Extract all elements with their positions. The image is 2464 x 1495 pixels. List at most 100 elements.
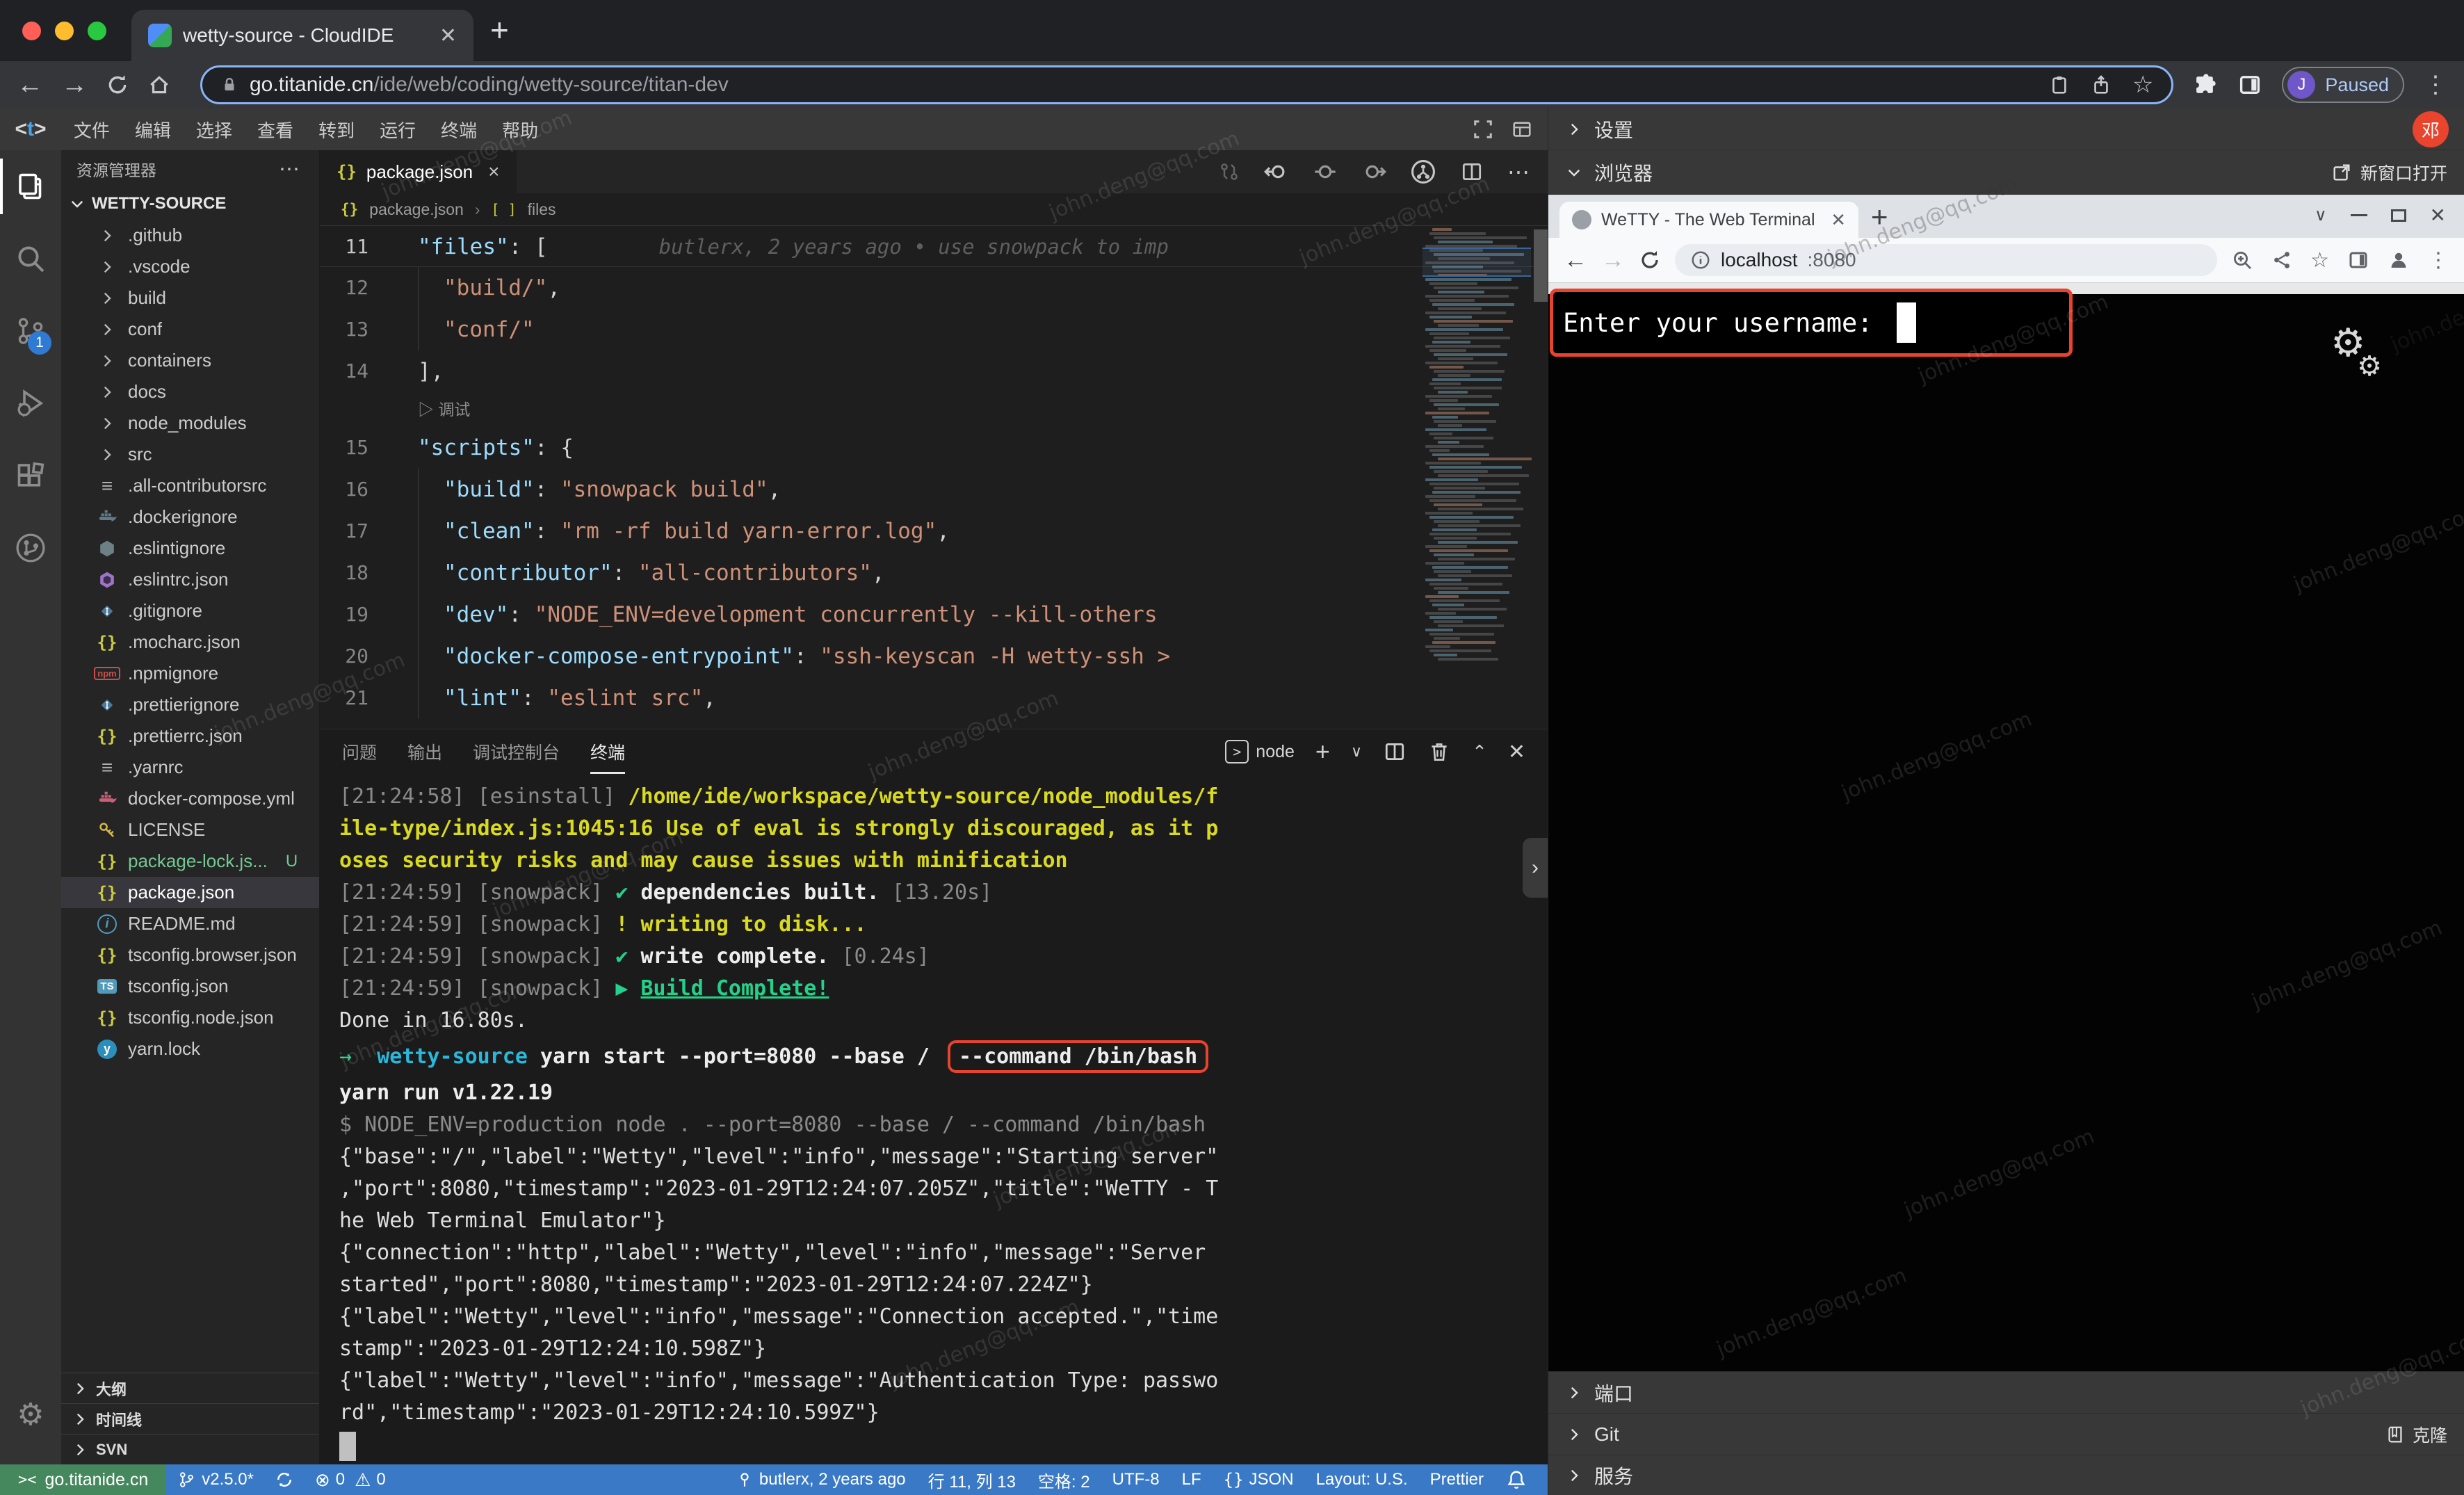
toggle-fullscreen-icon[interactable] [1473,119,1493,140]
tree-file-.yarnrc[interactable]: ≡.yarnrc [61,752,319,783]
code-line-13[interactable]: 13"conf/" [320,309,1548,350]
prev-change-icon[interactable] [1264,159,1289,184]
tree-file-package.json[interactable]: {}package.json [61,877,319,908]
code-line-15[interactable]: 15"scripts": { [320,427,1548,469]
layout-icon[interactable] [1511,119,1532,140]
terminal-shell-select[interactable]: > node [1225,740,1295,763]
tree-file-.prettierignore[interactable]: .prettierignore [61,689,319,720]
menu-item-运行[interactable]: 运行 [367,120,428,141]
remote-scm-icon[interactable] [0,512,61,584]
tree-file-.npmignore[interactable]: npm.npmignore [61,658,319,689]
open-new-window-button[interactable]: 新窗口打开 [2331,160,2447,185]
forward-icon[interactable]: → [61,70,88,100]
panel-tab-调试控制台[interactable]: 调试控制台 [473,729,560,774]
clipboard-icon[interactable] [2049,74,2070,95]
sync-item[interactable] [264,1470,305,1489]
code-line-14[interactable]: 14], [320,350,1548,392]
clone-button[interactable]: 克隆 [2385,1422,2447,1447]
explorer-actions-icon[interactable]: ⋯ [279,157,300,181]
terminal-dropdown-icon[interactable]: ∨ [1351,743,1362,761]
preview-forward-icon[interactable]: → [1601,247,1625,274]
tree-file-.mocharc.json[interactable]: {}.mocharc.json [61,627,319,658]
tree-file-docker-compose.yml[interactable]: docker-compose.yml [61,783,319,814]
tree-folder-.github[interactable]: .github [61,220,319,251]
next-change-icon[interactable] [1361,159,1386,184]
preview-tab[interactable]: WeTTY - The Web Terminal ✕ [1559,202,1858,238]
preview-sidebar-icon[interactable] [2347,249,2369,271]
source-control-icon[interactable]: 1 [0,295,61,367]
sidebar-section-大纲[interactable]: 大纲 [61,1373,319,1403]
menu-item-查看[interactable]: 查看 [245,120,306,141]
code-line-21[interactable]: 21"lint": "eslint src", [320,677,1548,719]
new-tab-button[interactable]: + [490,14,509,46]
tree-file-tsconfig.browser.json[interactable]: {}tsconfig.browser.json [61,939,319,971]
codelens-debug[interactable]: ▷ 调试 [320,392,1548,427]
tree-file-.gitignore[interactable]: .gitignore [61,595,319,627]
editor-tab-package-json[interactable]: {} package.json × [320,150,517,193]
code-line-20[interactable]: 20"docker-compose-entrypoint": "ssh-keys… [320,636,1548,677]
cursor-position-item[interactable]: 行 11, 列 13 [924,1468,1020,1492]
browser-tab[interactable]: wetty-source - CloudIDE ✕ [131,10,473,61]
extensions-puzzle-icon[interactable] [2191,72,2218,98]
terminal[interactable]: [21:24:58] [esinstall] /home/ide/workspa… [320,774,1548,1464]
tab-close-icon[interactable]: ✕ [439,24,457,48]
tree-file-tsconfig.json[interactable]: TStsconfig.json [61,971,319,1002]
preview-tab-search-icon[interactable]: ∨ [2315,205,2327,225]
indentation-item[interactable]: 空格: 2 [1034,1468,1094,1492]
remote-indicator[interactable]: >< go.titanide.cn [0,1464,166,1495]
close-tab-icon[interactable]: × [488,161,499,183]
home-icon[interactable] [147,73,171,97]
tree-file-package-lock.js...[interactable]: {}package-lock.js...U [61,846,319,877]
search-icon[interactable] [0,223,61,295]
new-terminal-icon[interactable]: + [1315,737,1330,766]
sidebar-section-时间线[interactable]: 时间线 [61,1403,319,1434]
menu-item-转到[interactable]: 转到 [306,120,367,141]
tree-file-.all-contributorsrc[interactable]: ≡.all-contributorsrc [61,470,319,501]
tree-folder-docs[interactable]: docs [61,376,319,407]
browser-section[interactable]: 浏览器 新窗口打开 [1548,150,2464,195]
reading-list-icon[interactable] [2237,72,2262,97]
code-line-11[interactable]: 11"files": [butlerx, 2 years ago • use s… [320,225,1548,267]
explorer-root[interactable]: WETTY-SOURCE [61,188,319,220]
panel-expand-flap[interactable]: › [1523,838,1548,898]
menu-item-选择[interactable]: 选择 [184,120,245,141]
preview-close-icon[interactable]: ✕ [2430,204,2446,227]
explorer-icon[interactable] [0,150,61,223]
share-icon[interactable] [2091,74,2112,95]
code-editor[interactable]: 11"files": [butlerx, 2 years ago • use s… [320,225,1548,729]
back-icon[interactable]: ← [17,70,43,100]
maximize-panel-icon[interactable]: ⌃ [1472,741,1487,763]
layout-item[interactable]: Layout: U.S. [1312,1470,1412,1489]
tree-folder-containers[interactable]: containers [61,345,319,376]
preview-minimize-icon[interactable] [2351,214,2367,216]
maximize-window-button[interactable] [88,22,106,40]
menu-item-帮助[interactable]: 帮助 [489,120,551,141]
code-line-19[interactable]: 19"dev": "NODE_ENV=development concurren… [320,594,1548,636]
preview-profile-icon[interactable] [2388,249,2410,271]
editor-more-actions-icon[interactable]: ⋯ [1507,159,1530,185]
minimap[interactable] [1425,228,1530,723]
notifications-bell-icon[interactable] [1502,1469,1531,1490]
preview-tab-close-icon[interactable]: ✕ [1831,209,1846,231]
services-section[interactable]: 服务 [1548,1455,2464,1495]
reload-icon[interactable] [106,73,129,97]
eol-item[interactable]: LF [1178,1470,1206,1489]
split-editor-icon[interactable] [1460,160,1484,184]
tree-folder-src[interactable]: src [61,439,319,470]
code-line-17[interactable]: 17"clean": "rm -rf build yarn-error.log"… [320,510,1548,552]
menu-item-终端[interactable]: 终端 [428,120,489,141]
formatter-item[interactable]: Prettier [1426,1470,1488,1489]
tree-folder-conf[interactable]: conf [61,314,319,345]
editor-scrollbar[interactable] [1534,229,1548,302]
encoding-item[interactable]: UTF-8 [1108,1470,1164,1489]
open-changes-icon[interactable] [1218,161,1240,183]
blame-item[interactable]: butlerx, 2 years ago [731,1470,910,1489]
close-window-button[interactable] [22,22,41,40]
browser-menu-icon[interactable]: ⋮ [2424,71,2447,99]
problems-item[interactable]: ⊗0⚠0 [305,1469,396,1491]
panel-tab-终端[interactable]: 终端 [590,729,625,774]
panel-tab-输出[interactable]: 输出 [407,729,442,774]
breadcrumb[interactable]: {} package.json › [ ] files [320,193,1548,225]
tree-file-README.md[interactable]: iREADME.md [61,908,319,939]
run-script-icon[interactable] [1410,159,1436,185]
